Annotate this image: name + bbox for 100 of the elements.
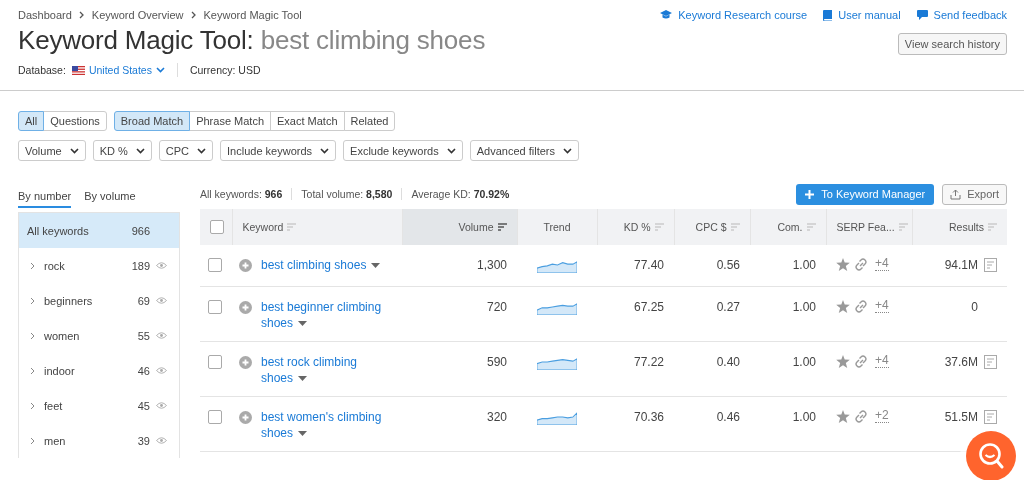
keyword-group-item[interactable]: All keywords 966 [19,213,179,248]
group-sort-tab[interactable]: By number [18,185,72,208]
match-tab[interactable]: Questions [43,111,107,131]
speech-bubble-icon [916,10,928,20]
upload-icon [950,188,962,200]
group-sort-tab[interactable]: By volume [84,185,136,206]
serp-more-link[interactable]: +2 [875,409,889,423]
eye-icon[interactable] [156,437,167,444]
keyword-group-item[interactable]: men 39 [19,423,179,458]
keyword-link[interactable]: best beginner climbing shoes [261,299,391,331]
column-header[interactable]: SERP Fea... [826,209,912,245]
summary-stat: Total volume: 8,580 [291,188,402,200]
currency-label: Currency: USD [189,64,261,76]
table-cell: 0.27 [674,286,750,342]
table-cell: 94.1M [944,257,978,273]
eye-icon[interactable] [156,367,167,374]
row-checkbox[interactable] [208,257,222,272]
eye-icon[interactable] [156,332,167,339]
sort-icon[interactable] [497,223,507,231]
filter-dropdown[interactable]: Exclude keywords [343,140,463,161]
breadcrumb-link[interactable]: Keyword Overview [91,9,184,21]
row-checkbox[interactable] [208,299,222,314]
graduation-cap-icon [660,10,673,20]
table-cell: 1,300 [402,245,517,287]
keyword-group-item[interactable]: beginners 69 [19,283,179,318]
chevron-right-icon[interactable] [30,296,35,305]
search-icon [978,442,1004,470]
breadcrumb-link[interactable]: Keyword Magic Tool [203,9,302,21]
keyword-group-item[interactable]: indoor 46 [19,353,179,388]
database-dropdown[interactable]: United States [71,64,165,76]
row-checkbox[interactable] [208,409,222,424]
add-circle-icon[interactable] [239,301,252,314]
row-checkbox[interactable] [208,354,222,369]
table-cell: 320 [402,396,517,452]
match-tab[interactable]: Related [343,111,396,131]
add-circle-icon[interactable] [239,259,252,272]
filter-dropdown[interactable]: KD % [92,140,152,161]
chevron-right-icon[interactable] [30,366,35,375]
chevron-down-icon [135,147,145,154]
serp-more-link[interactable]: +4 [875,299,889,313]
eye-icon[interactable] [156,402,167,409]
eye-icon[interactable] [156,262,167,269]
match-tab[interactable]: All [18,111,45,131]
chevron-down-icon [197,147,207,154]
link-icon [854,299,868,313]
link-icon [854,354,868,368]
search-chat-button[interactable] [966,431,1016,480]
link-icon [854,257,868,271]
keyword-link[interactable]: best women's climbing shoes [261,409,391,441]
help-link[interactable]: User manual [823,9,901,21]
serp-snapshot-icon[interactable] [984,258,997,272]
chevron-down-icon [69,147,79,154]
column-header[interactable]: KD % [597,209,674,245]
column-header[interactable]: Trend [517,209,597,245]
keyword-group-item[interactable]: women 55 [19,318,179,353]
table-cell: 1.00 [750,341,826,397]
keyword-group-item[interactable]: feet 45 [19,388,179,423]
help-link[interactable]: Send feedback [916,9,1007,21]
summary-stat: Average KD: 70.92% [401,188,519,200]
match-tab[interactable]: Broad Match [113,111,191,131]
add-circle-icon[interactable] [239,411,252,424]
serp-more-link[interactable]: +4 [875,354,889,368]
column-header[interactable]: Results [912,209,1007,245]
help-link[interactable]: Keyword Research course [660,9,808,21]
keyword-link[interactable]: best climbing shoes [261,257,381,273]
keyword-link[interactable]: best rock climbing shoes [261,354,391,386]
chevron-icon [78,11,85,19]
serp-snapshot-icon[interactable] [984,410,997,424]
filter-dropdown[interactable]: Include keywords [220,140,337,161]
add-circle-icon[interactable] [239,356,252,369]
caret-icon[interactable] [298,376,308,382]
chevron-down-icon [320,147,330,154]
select-all-checkbox[interactable] [210,220,224,235]
match-tab[interactable]: Exact Match [270,111,345,131]
chevron-right-icon[interactable] [30,401,35,410]
serp-snapshot-icon[interactable] [984,355,997,369]
serp-more-link[interactable]: +4 [875,257,889,271]
filter-dropdown[interactable]: Advanced filters [469,140,579,161]
caret-icon[interactable] [371,263,381,269]
keyword-group-item[interactable]: rock 189 [19,248,179,283]
column-header[interactable]: Com. [750,209,826,245]
export-button[interactable]: Export [942,183,1007,205]
caret-icon[interactable] [298,321,308,327]
eye-icon[interactable] [156,297,167,304]
table-cell: 720 [402,286,517,342]
chevron-right-icon[interactable] [30,436,35,445]
caret-icon[interactable] [298,431,308,437]
chevron-down-icon [446,147,456,154]
book-icon [823,9,833,21]
table-cell: 1.00 [750,286,826,342]
filter-dropdown[interactable]: Volume [18,140,86,161]
chevron-right-icon[interactable] [30,331,35,340]
column-header[interactable]: Volume [402,209,517,245]
match-tab[interactable]: Phrase Match [189,111,271,131]
column-header[interactable]: CPC $ [674,209,750,245]
chevron-right-icon[interactable] [30,261,35,270]
column-header[interactable]: Keyword [232,209,402,245]
filter-dropdown[interactable]: CPC [158,140,214,161]
breadcrumb-link[interactable]: Dashboard [18,9,72,21]
view-history-button[interactable]: View search history [897,32,1007,55]
